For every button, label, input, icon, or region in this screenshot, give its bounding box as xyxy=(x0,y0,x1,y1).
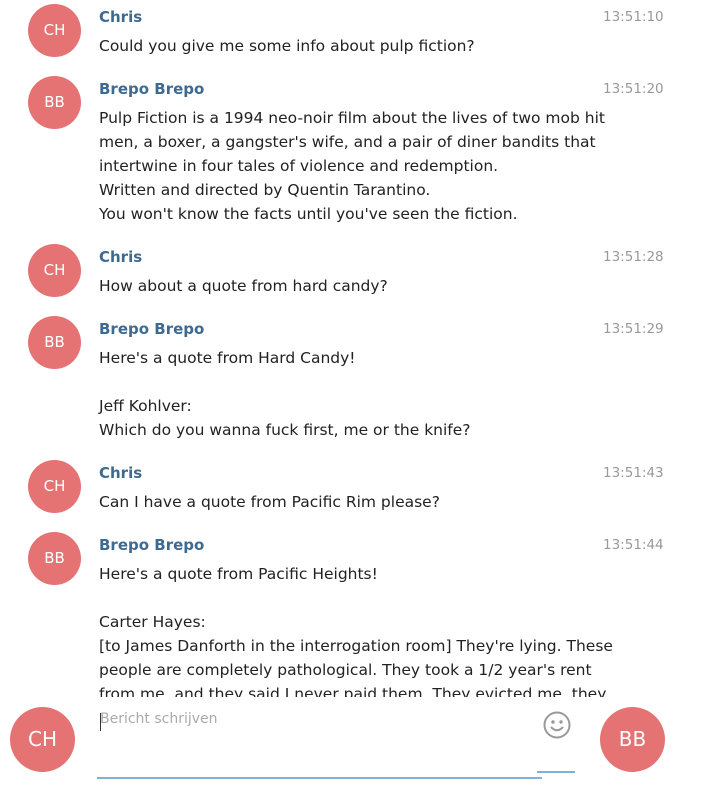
emoji-button[interactable] xyxy=(543,711,571,739)
message-text: How about a quote from hard candy? xyxy=(99,274,589,298)
message-line xyxy=(99,370,589,394)
message-line: Pulp Fiction is a 1994 neo-noir film abo… xyxy=(99,109,605,127)
message-composer: CH BB xyxy=(0,697,701,788)
message-line: Here's a quote from Hard Candy! xyxy=(99,349,356,367)
sender-name[interactable]: Brepo Brepo xyxy=(99,320,204,338)
text-caret xyxy=(100,713,101,731)
sender-name[interactable]: Chris xyxy=(99,8,142,26)
sender-avatar[interactable]: CH xyxy=(28,4,81,57)
message-text: Could you give me some info about pulp f… xyxy=(99,34,589,58)
message-line: people are completely pathological. They… xyxy=(99,661,592,679)
user-avatar[interactable]: CH xyxy=(10,707,75,772)
message-timestamp: 13:51:29 xyxy=(603,321,664,337)
message-line: [to James Danforth in the interrogation … xyxy=(99,637,613,655)
message-line: Here's a quote from Pacific Heights! xyxy=(99,565,378,583)
smiley-face-icon xyxy=(543,711,571,739)
message-timestamp: 13:51:28 xyxy=(603,249,664,265)
message-input[interactable] xyxy=(97,705,542,779)
message-line: Carter Hayes: xyxy=(99,613,206,631)
message-line: You won't know the facts until you've se… xyxy=(99,205,518,223)
message-timestamp: 13:51:20 xyxy=(603,81,664,97)
message-timestamp: 13:51:10 xyxy=(603,9,664,25)
message-timestamp: 13:51:44 xyxy=(603,537,664,553)
sender-name[interactable]: Brepo Brepo xyxy=(99,536,204,554)
message-line: How about a quote from hard candy? xyxy=(99,277,388,295)
sender-name[interactable]: Brepo Brepo xyxy=(99,80,204,98)
sender-avatar[interactable]: BB xyxy=(28,532,81,585)
sender-name[interactable]: Chris xyxy=(99,248,142,266)
sender-name[interactable]: Chris xyxy=(99,464,142,482)
chat-history[interactable]: CH Chris 13:51:10 Could you give me some in… xyxy=(0,0,701,697)
message-line: Can I have a quote from Pacific Rim plea… xyxy=(99,493,440,511)
message-line: intertwine in four tales of violence and… xyxy=(99,157,499,175)
sender-avatar[interactable]: CH xyxy=(28,460,81,513)
message-line: Which do you wanna fuck first, me or the… xyxy=(99,421,471,439)
message-line: men, a boxer, a gangster's wife, and a p… xyxy=(99,133,596,151)
message-line: Could you give me some info about pulp f… xyxy=(99,37,475,55)
sender-avatar[interactable]: BB xyxy=(28,316,81,369)
message-line xyxy=(99,586,589,610)
message-text: Here's a quote from Pacific Heights! Cart… xyxy=(99,562,613,697)
message-line: Jeff Kohlver: xyxy=(99,397,192,415)
message-line: from me, and they said I never paid them… xyxy=(99,685,607,697)
message-text: Can I have a quote from Pacific Rim plea… xyxy=(99,490,589,514)
message-line: Written and directed by Quentin Tarantin… xyxy=(99,181,431,199)
sender-avatar[interactable]: CH xyxy=(28,244,81,297)
bot-avatar[interactable]: BB xyxy=(600,707,665,772)
sender-avatar[interactable]: BB xyxy=(28,76,81,129)
message-text: Pulp Fiction is a 1994 neo-noir film abo… xyxy=(99,106,605,226)
message-timestamp: 13:51:43 xyxy=(603,465,664,481)
message-text: Here's a quote from Hard Candy! Jeff Kohl… xyxy=(99,346,589,442)
input-underline xyxy=(537,771,575,773)
